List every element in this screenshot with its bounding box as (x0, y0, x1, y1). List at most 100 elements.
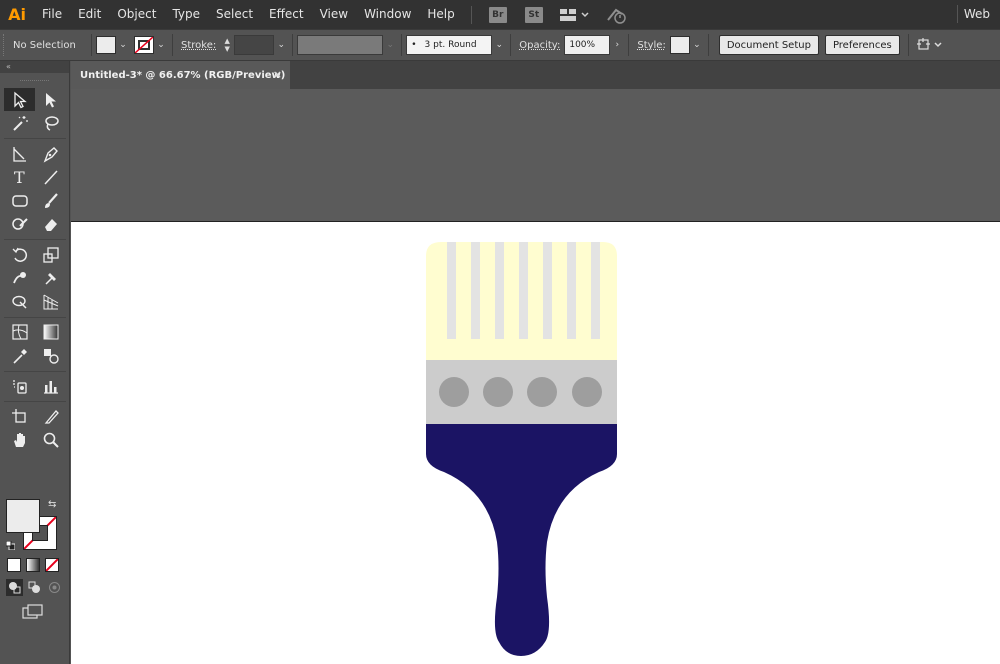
divider (401, 34, 403, 56)
pen-tool-icon[interactable] (35, 142, 66, 165)
gradient-mode-icon[interactable] (26, 558, 40, 572)
mesh-tool-icon[interactable] (4, 321, 35, 344)
zoom-tool-icon[interactable] (35, 429, 66, 452)
arrange-documents-icon[interactable] (559, 8, 590, 22)
perspective-grid-tool-icon[interactable] (35, 290, 66, 313)
gpu-performance-icon[interactable] (606, 6, 628, 24)
color-mode-row (7, 558, 59, 572)
column-graph-tool-icon[interactable] (35, 375, 66, 398)
slice-tool-icon[interactable] (35, 405, 66, 428)
draw-normal-icon[interactable] (6, 579, 23, 596)
artboard[interactable] (71, 221, 1000, 664)
symbol-sprayer-tool-icon[interactable] (4, 375, 35, 398)
stroke-weight-stepper[interactable]: ▲ ▼ (220, 35, 234, 55)
artboard-tool-icon[interactable] (4, 405, 35, 428)
chevron-down-icon[interactable]: ⌄ (274, 36, 288, 54)
document-tab-bar: Untitled-3* @ 66.67% (RGB/Preview) × (71, 61, 1000, 89)
warp-tool-icon[interactable] (4, 267, 35, 290)
chevron-down-icon[interactable]: ⌄ (690, 36, 704, 54)
hand-tool-icon[interactable] (4, 429, 35, 452)
eraser-tool-icon[interactable] (35, 213, 66, 236)
chevron-down-icon[interactable]: ⌄ (383, 36, 397, 54)
divider (4, 135, 66, 139)
lasso-tool-icon[interactable] (35, 112, 66, 135)
chevron-down-icon[interactable]: ⌄ (154, 36, 168, 54)
menu-view[interactable]: View (312, 0, 356, 29)
eyedropper-tool-icon[interactable] (4, 344, 35, 367)
menu-type[interactable]: Type (164, 0, 208, 29)
scale-tool-icon[interactable] (35, 243, 66, 266)
panel-collapse-icon[interactable]: « (0, 61, 69, 73)
default-fill-stroke-icon[interactable] (5, 539, 16, 551)
shaper-tool-icon[interactable] (4, 213, 35, 236)
graphic-style-swatch[interactable] (669, 36, 690, 54)
divider (510, 34, 512, 56)
stock-button[interactable]: St (524, 6, 543, 23)
menu-file[interactable]: File (34, 0, 70, 29)
workspace-switcher[interactable]: Web (964, 0, 990, 29)
divider (628, 34, 630, 56)
type-tool-icon[interactable]: T (4, 166, 35, 189)
quick-actions-icon[interactable] (916, 37, 945, 53)
draw-inside-icon[interactable] (46, 579, 63, 596)
divider (4, 314, 66, 318)
panel-grip[interactable] (20, 73, 49, 81)
brush-definition-field[interactable]: • 3 pt. Round (406, 35, 493, 55)
chevron-down-icon[interactable]: ⌄ (492, 36, 506, 54)
fill-stroke-widget: ⇆ (5, 499, 60, 551)
direct-selection-tool-icon[interactable] (35, 88, 66, 111)
style-label[interactable]: Style: (637, 40, 666, 51)
svg-text:T: T (14, 168, 25, 186)
fill-color-box[interactable] (6, 499, 40, 533)
bristle-line (447, 242, 456, 339)
document-tab[interactable]: Untitled-3* @ 66.67% (RGB/Preview) × (71, 61, 290, 89)
handle[interactable] (426, 424, 617, 656)
menu-effect[interactable]: Effect (261, 0, 312, 29)
blend-tool-icon[interactable] (35, 344, 66, 367)
menu-edit[interactable]: Edit (70, 0, 109, 29)
swap-fill-stroke-icon[interactable]: ⇆ (48, 499, 56, 510)
tool-grid: T (4, 88, 66, 452)
pasteboard[interactable] (71, 89, 1000, 221)
close-icon[interactable]: × (273, 68, 282, 81)
stroke-swatch[interactable] (134, 36, 154, 54)
selection-status: No Selection (13, 39, 76, 51)
bristle-line (567, 242, 576, 339)
screen-mode-icon[interactable] (22, 604, 46, 620)
line-segment-tool-icon[interactable] (35, 166, 66, 189)
rectangle-tool-icon[interactable] (4, 189, 35, 212)
rivet (439, 377, 469, 407)
menu-window[interactable]: Window (356, 0, 419, 29)
divider (172, 34, 173, 56)
chevron-down-icon[interactable]: ⌄ (116, 36, 130, 54)
none-mode-icon[interactable] (45, 558, 59, 572)
control-bar-grip[interactable] (3, 34, 7, 56)
menu-select[interactable]: Select (208, 0, 261, 29)
opacity-label[interactable]: Opacity: (519, 40, 560, 51)
chevron-right-icon[interactable]: › (610, 36, 624, 54)
variable-width-profile[interactable] (297, 35, 384, 55)
preferences-button[interactable]: Preferences (824, 35, 900, 55)
menu-help[interactable]: Help (419, 0, 462, 29)
color-mode-icon[interactable] (7, 558, 21, 572)
paintbrush-tool-icon[interactable] (35, 189, 66, 212)
fill-swatch[interactable] (96, 36, 116, 54)
stroke-label[interactable]: Stroke: (181, 40, 216, 51)
document-setup-button[interactable]: Document Setup (718, 35, 819, 55)
magic-wand-tool-icon[interactable] (4, 112, 35, 135)
menu-object[interactable]: Object (109, 0, 164, 29)
puppet-warp-tool-icon[interactable] (35, 267, 66, 290)
divider (4, 398, 66, 402)
divider (907, 34, 909, 56)
selection-tool-icon[interactable] (4, 88, 35, 111)
brush-definition-value: 3 pt. Round (424, 40, 477, 50)
rotate-tool-icon[interactable] (4, 243, 35, 266)
shape-builder-tool-icon[interactable] (4, 290, 35, 313)
opacity-field[interactable]: 100% (564, 35, 611, 55)
gradient-tool-icon[interactable] (35, 321, 66, 344)
bridge-button[interactable]: Br (488, 6, 507, 23)
stroke-weight-field[interactable] (234, 35, 275, 55)
draw-behind-icon[interactable] (26, 579, 43, 596)
draw-mode-row (6, 579, 63, 596)
curvature-tool-icon[interactable] (4, 142, 35, 165)
